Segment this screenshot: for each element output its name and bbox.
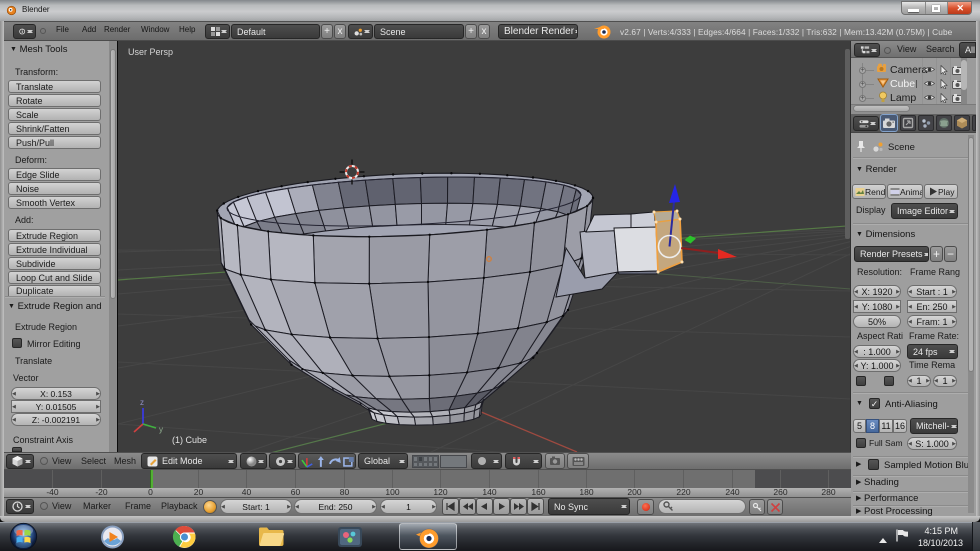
svg-text:z: z [140, 398, 144, 407]
svg-text:y: y [159, 425, 163, 434]
